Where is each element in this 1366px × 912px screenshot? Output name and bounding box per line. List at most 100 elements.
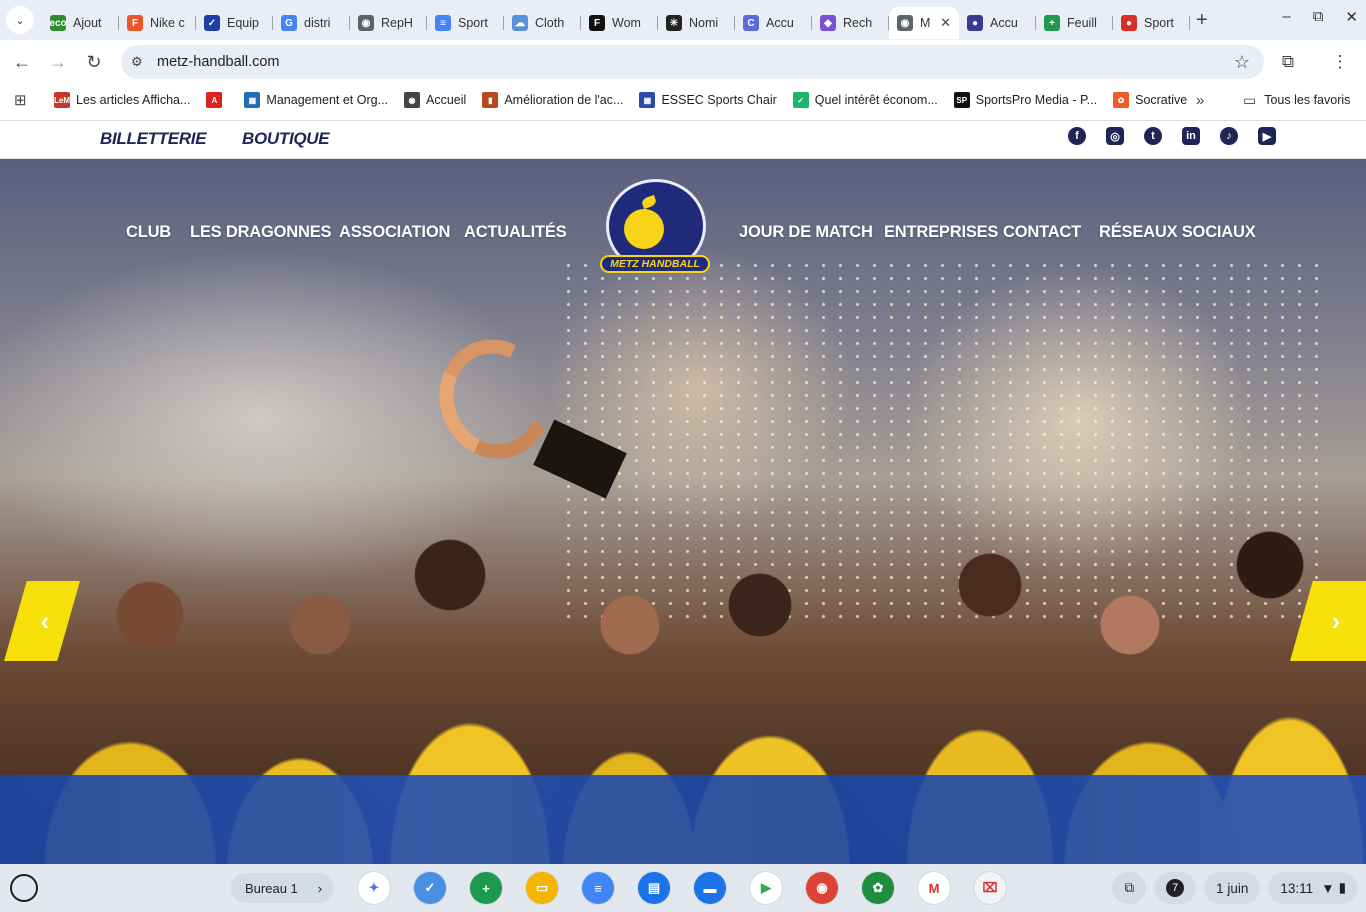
google-one-icon[interactable]: ✿	[862, 872, 894, 904]
clock: 13:11	[1280, 880, 1314, 896]
nav-contact[interactable]: CONTACT	[1003, 223, 1081, 242]
browser-toolbar: ← → ↻ ⚙ metz-handball.com ☆ ⧉ ⋮	[0, 40, 1366, 84]
social-links: f ◎ t in ♪ ▶	[1068, 127, 1276, 145]
nav-club[interactable]: CLUB	[126, 223, 171, 242]
close-tab-icon[interactable]: ✕	[940, 15, 951, 31]
tab[interactable]: ≡ Sport	[427, 7, 504, 39]
tab-title: Nomi	[689, 16, 719, 30]
tabs: eco Ajout F Nike c ✓ Equip Gdistri ◉ RepH ≡ Sport ☁…	[42, 0, 1190, 40]
reload-button[interactable]: ↻	[76, 52, 112, 73]
extensions-icon[interactable]: ⧉	[1262, 52, 1314, 72]
tab-favicon-icon: +	[1044, 15, 1060, 31]
nav-association[interactable]: ASSOCIATION	[339, 223, 450, 242]
messages-icon[interactable]: ▤	[638, 872, 670, 904]
tab-title: Feuill	[1067, 16, 1097, 30]
tab[interactable]: F Wom	[581, 7, 658, 39]
nav-reseaux-sociaux[interactable]: RÉSEAUX SOCIAUX	[1099, 223, 1256, 242]
billetterie-link[interactable]: BILLETTERIE	[100, 129, 207, 149]
tab[interactable]: Gdistri	[273, 7, 350, 39]
menu-icon[interactable]: ⋮	[1314, 52, 1366, 72]
tab-title: M	[920, 16, 931, 30]
bookmark-favicon-icon: ▮	[482, 92, 499, 108]
bookmark-item[interactable]: ◉ Accueil	[404, 92, 466, 108]
bookmark-item[interactable]: ▦ ESSEC Sports Chair	[639, 92, 777, 108]
site-info-icon[interactable]: ⚙	[131, 54, 155, 70]
tab-active[interactable]: ◉ M ✕	[889, 7, 959, 39]
forward-button[interactable]: →	[40, 52, 76, 73]
tab[interactable]: ● Sport	[1113, 7, 1190, 39]
tab-search-button[interactable]: ⌄	[6, 6, 34, 34]
tab[interactable]: ✳ Nomi	[658, 7, 735, 39]
linkedin-icon[interactable]: in	[1182, 127, 1200, 145]
back-button[interactable]: ←	[4, 52, 40, 73]
instagram-icon[interactable]: ◎	[1106, 127, 1124, 145]
address-bar[interactable]: ⚙ metz-handball.com ☆	[121, 45, 1264, 79]
bookmarks-overflow-button[interactable]: »	[1196, 92, 1204, 109]
maximize-button[interactable]: ⧉	[1313, 8, 1324, 26]
tab-favicon-icon: ☁	[512, 15, 528, 31]
tiktok-icon[interactable]: ♪	[1220, 127, 1238, 145]
play-store-icon[interactable]: ▶	[750, 872, 782, 904]
tab[interactable]: ◉ RepH	[350, 7, 427, 39]
bookmarks-bar: ⊞ LeM Les articles Afficha... A ▦ Management…	[0, 84, 1366, 116]
gemini-icon[interactable]: ✦	[358, 872, 390, 904]
nav-les-dragonnes[interactable]: LES DRAGONNES	[190, 223, 332, 242]
tab[interactable]: + Feuill	[1036, 7, 1113, 39]
bookmark-star-icon[interactable]: ☆	[1234, 52, 1250, 73]
boutique-link[interactable]: BOUTIQUE	[242, 129, 330, 149]
tab[interactable]: ☁ Cloth	[504, 7, 581, 39]
other-app-icon[interactable]: ⌧	[974, 872, 1006, 904]
facebook-icon[interactable]: f	[1068, 127, 1086, 145]
bookmark-item[interactable]: ✿ Socrative	[1113, 92, 1187, 108]
minimize-button[interactable]: –	[1282, 8, 1290, 26]
tab[interactable]: ◆ Rech	[812, 7, 889, 39]
gmail-icon[interactable]: M	[918, 872, 950, 904]
holding-space-button[interactable]: ⧉	[1112, 872, 1147, 904]
nav-entreprises[interactable]: ENTREPRISES	[884, 223, 998, 242]
bookmark-favicon-icon: ▦	[244, 92, 261, 108]
clipboard-icon: ⧉	[1124, 880, 1135, 895]
bookmark-item[interactable]: ✓ Quel intérêt économ...	[792, 92, 938, 108]
date-button[interactable]: 1 juin	[1204, 872, 1261, 904]
twitter-icon[interactable]: t	[1144, 127, 1162, 145]
nav-jour-de-match[interactable]: JOUR DE MATCH	[739, 223, 873, 242]
bookmark-item[interactable]: A	[206, 92, 228, 108]
tab-favicon-icon: ≡	[435, 15, 451, 31]
slides-icon[interactable]: ▭	[526, 872, 558, 904]
window-controls: – ⧉ ✕	[1282, 8, 1358, 26]
youtube-icon[interactable]: ▶	[1258, 127, 1276, 145]
files-icon[interactable]: ▬	[694, 872, 726, 904]
tab-favicon-icon: ◆	[820, 15, 836, 31]
tab-title: Ajout	[73, 16, 102, 30]
nav-actualites[interactable]: ACTUALITÉS	[464, 223, 567, 242]
bookmark-favicon-icon: ▦	[639, 92, 656, 108]
tab[interactable]: eco Ajout	[42, 7, 119, 39]
notifications-button[interactable]: 7	[1154, 872, 1197, 904]
url-text[interactable]: metz-handball.com	[157, 54, 280, 70]
desk-switcher[interactable]: Bureau 1 ›	[231, 873, 335, 903]
main-navigation: CLUB LES DRAGONNES ASSOCIATION ACTUALITÉ…	[0, 159, 1366, 319]
bookmark-favicon-icon: A	[206, 92, 223, 108]
tasks-icon[interactable]: ✓	[414, 872, 446, 904]
apps-grid-icon[interactable]: ⊞	[14, 91, 40, 109]
bookmark-label: Accueil	[426, 93, 467, 107]
bookmark-item[interactable]: ▦ Management et Org...	[244, 92, 388, 108]
bookmark-item[interactable]: LeM Les articles Afficha...	[54, 92, 190, 108]
launcher-button[interactable]	[10, 874, 38, 902]
tab[interactable]: F Nike c	[119, 7, 196, 39]
tab[interactable]: ● Accu	[959, 7, 1036, 39]
status-area[interactable]: 13:11 ▼ ▮	[1268, 872, 1358, 904]
shelf-apps: ✦ ✓ + ▭ ≡ ▤ ▬ ▶ ◉ ✿ M ⌧	[358, 872, 1006, 904]
tab[interactable]: C Accu	[735, 7, 812, 39]
bookmark-item[interactable]: ▮ Amélioration de l'ac...	[482, 92, 623, 108]
chrome-icon[interactable]: ◉	[806, 872, 838, 904]
bookmark-item[interactable]: SP SportsPro Media - P...	[953, 92, 1097, 108]
tab-title: Sport	[458, 16, 488, 30]
tab[interactable]: ✓ Equip	[196, 7, 273, 39]
metz-handball-logo[interactable]: METZ HANDBALL	[600, 179, 710, 279]
close-window-button[interactable]: ✕	[1345, 8, 1358, 26]
docs-icon[interactable]: ≡	[582, 872, 614, 904]
sheets-icon[interactable]: +	[470, 872, 502, 904]
new-tab-button[interactable]: +	[1196, 9, 1224, 32]
all-bookmarks-button[interactable]: ▭ Tous les favoris	[1243, 92, 1350, 109]
